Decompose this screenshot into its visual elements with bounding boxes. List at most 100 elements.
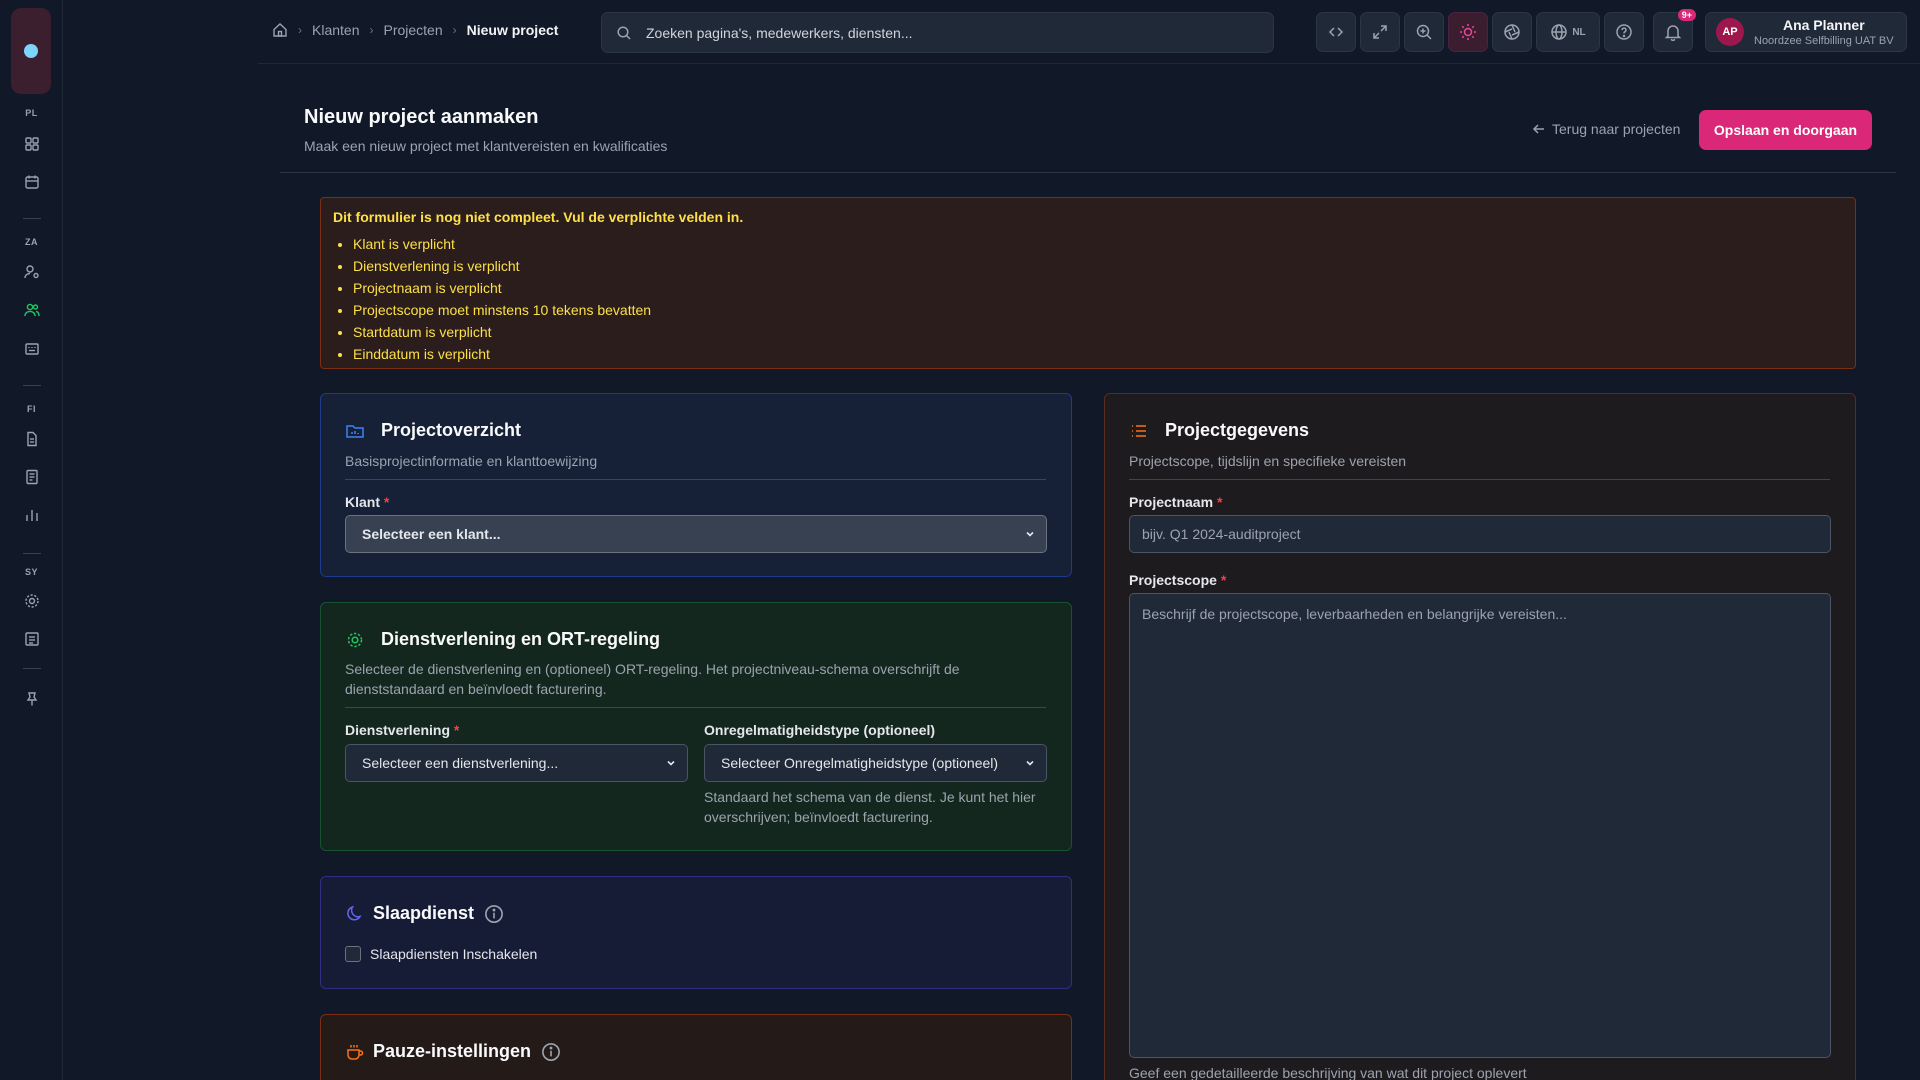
aperture-icon [1504,24,1520,40]
dashboard-icon[interactable] [21,133,43,155]
zoom-button[interactable] [1404,12,1444,52]
chevron-right-icon: › [298,23,302,37]
users-icon[interactable] [21,299,43,321]
service-card: Dienstverlening en ORT-regeling Selectee… [320,602,1072,851]
chart-icon[interactable] [21,504,43,526]
project-name-input[interactable]: bijv. Q1 2024-auditproject [1129,515,1831,553]
sidebar-divider [23,553,41,554]
service-select[interactable]: Selecteer een dienstverlening... [345,744,688,782]
error-item: Projectscope moet minstens 10 tekens bev… [353,299,1843,321]
help-icon [1616,24,1632,40]
breadcrumb-klanten[interactable]: Klanten [312,22,359,38]
info-icon[interactable] [541,1042,561,1062]
chevron-right-icon: › [452,23,457,37]
notifications-badge: 9+ [1677,9,1696,21]
sleep-service-card: Slaapdienst Slaapdiensten Inschakelen [320,876,1072,989]
language-label: NL [1572,26,1586,38]
list-icon [1132,424,1146,437]
error-item: Dienstverlening is verplicht [353,255,1843,277]
back-link-label: Terug naar projecten [1552,121,1681,137]
sidebar-divider [23,218,41,219]
notifications-button[interactable]: 9+ [1653,9,1696,52]
moon-icon [347,905,362,920]
calendar-icon[interactable] [21,171,43,193]
header-divider [280,172,1896,173]
sidebar-rail: PL ZA FI SY [0,0,63,1080]
chevron-down-icon [1026,531,1034,537]
chevron-right-icon: › [369,23,374,37]
search-placeholder: Zoeken pagina's, medewerkers, diensten..… [646,24,913,41]
error-list: Klant is verplicht Dienstverlening is ve… [333,233,1843,365]
home-icon[interactable] [272,22,288,38]
search-input[interactable]: Zoeken pagina's, medewerkers, diensten..… [601,12,1274,53]
error-item: Projectnaam is verplicht [353,277,1843,299]
irregular-type-help: Standaard het schema van de dienst. Je k… [704,789,1036,825]
folder-icon [346,424,364,438]
error-item: Klant is verplicht [353,233,1843,255]
card-title: Projectoverzicht [381,420,522,440]
pause-settings-card: Pauze-instellingen [320,1014,1072,1080]
error-item: Startdatum is verplicht [353,321,1843,343]
project-scope-help: Geef een gedetailleerde beschrijving van… [1129,1065,1527,1080]
breadcrumb-current: Nieuw project [466,22,559,38]
breadcrumb-projecten[interactable]: Projecten [383,22,442,38]
chevron-down-icon [1026,760,1034,766]
bell-icon [1664,25,1682,41]
card-divider [345,707,1046,708]
validation-error-box: Dit formulier is nog niet compleet. Vul … [320,197,1856,369]
building-icon[interactable] [21,337,43,359]
document-icon[interactable] [21,428,43,450]
language-button[interactable]: NL [1536,12,1600,52]
sidebar-section-pl: PL [25,108,38,118]
help-button[interactable] [1604,12,1644,52]
client-select[interactable]: Selecteer een klant... [345,515,1047,553]
project-scope-textarea[interactable]: Beschrijf de projectscope, leverbaarhede… [1129,593,1831,1058]
error-item: Einddatum is verplicht [353,343,1843,365]
collapse-icon [1328,27,1344,37]
user-org: Noordzee Selfbilling UAT BV [1754,35,1894,47]
back-link[interactable]: Terug naar projecten [1532,121,1680,137]
sun-icon [1460,24,1476,40]
sidebar-section-za: ZA [25,237,38,247]
coffee-icon [347,1044,364,1060]
sleep-service-checkbox[interactable] [345,946,361,962]
card-title: Pauze-instellingen [373,1041,532,1061]
info-icon[interactable] [484,904,504,924]
app-logo[interactable] [11,8,51,94]
gear-icon [347,632,363,647]
sleep-service-checkbox-label[interactable]: Slaapdiensten Inschakelen [370,946,537,962]
arrow-left-icon [1532,124,1544,134]
sidebar-divider [23,668,41,669]
secondary-panel [63,0,258,1080]
globe-icon [1551,24,1568,40]
user-settings-icon[interactable] [21,261,43,283]
sidebar-section-fi: FI [27,404,36,414]
collapse-button[interactable] [1316,12,1356,52]
invoice-icon[interactable] [21,466,43,488]
breadcrumb: › Klanten › Projecten › Nieuw project [272,22,558,38]
user-name: Ana Planner [1782,17,1865,33]
card-title: Projectgegevens [1165,420,1310,440]
page-title: Nieuw project aanmaken [304,106,539,128]
card-description: Selecteer de dienstverlening en (optione… [345,661,960,697]
receipt-icon[interactable] [21,628,43,650]
save-continue-button[interactable]: Opslaan en doorgaan [1699,110,1872,150]
service-label: Dienstverlening * [345,722,460,738]
project-scope-label: Projectscope * [1129,572,1227,588]
user-menu[interactable]: AP Ana Planner Noordzee Selfbilling UAT … [1705,12,1907,52]
project-name-label: Projectnaam * [1129,494,1223,510]
pin-icon[interactable] [21,688,43,710]
irregular-type-select[interactable]: Selecteer Onregelmatigheidstype (optione… [704,744,1047,782]
card-divider [345,479,1046,480]
card-description: Projectscope, tijdslijn en specifieke ve… [1129,453,1407,469]
theme-toggle-button[interactable] [1448,12,1488,52]
client-label: Klant * [345,494,390,510]
irregular-type-label: Onregelmatigheidstype (optioneel) [704,722,936,738]
card-title: Dienstverlening en ORT-regeling [381,629,661,649]
gear-icon[interactable] [21,590,43,612]
card-title: Slaapdienst [373,903,475,923]
aperture-button[interactable] [1492,12,1532,52]
card-divider [1129,479,1830,480]
sidebar-divider [23,385,41,386]
fullscreen-button[interactable] [1360,12,1400,52]
